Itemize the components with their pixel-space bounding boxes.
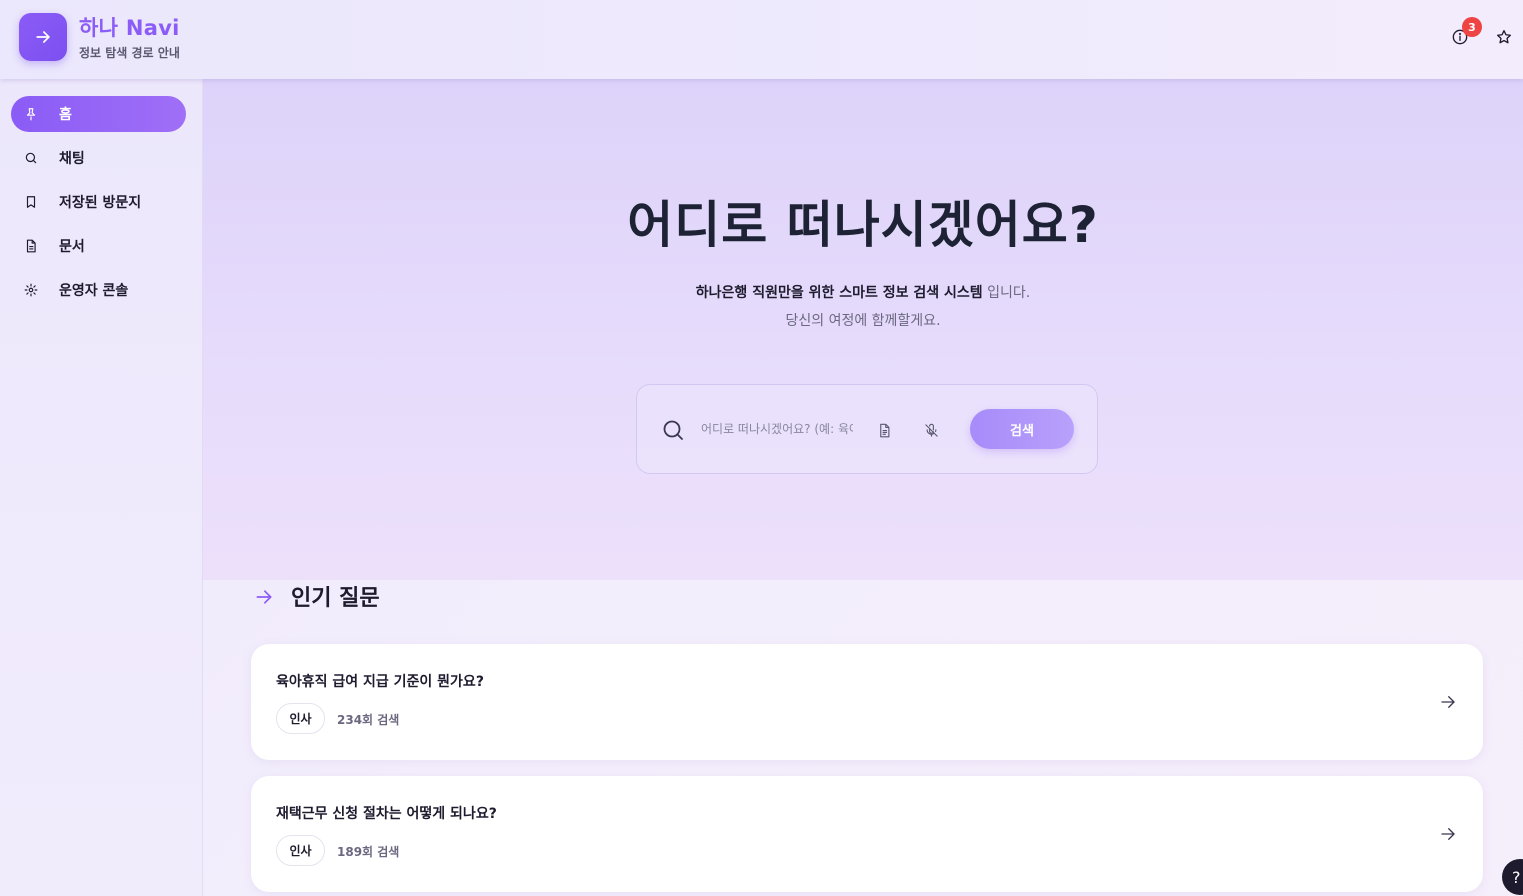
pin-icon <box>23 106 39 122</box>
logo-button[interactable] <box>19 13 67 61</box>
document-icon <box>23 238 39 254</box>
arrow-right-icon <box>36 31 50 43</box>
sidebar-item-chat[interactable]: 채팅 <box>11 140 186 176</box>
attach-document-icon[interactable] <box>875 421 893 439</box>
search-icon <box>23 150 39 166</box>
sidebar-item-label: 문서 <box>59 239 85 255</box>
hero-tagline: 당신의 여정에 함께할게요. <box>785 313 941 329</box>
search-bar: 검색 <box>636 384 1098 474</box>
search-input[interactable] <box>701 418 853 440</box>
question-text: 재택근무 신청 절차는 어떻게 되나요? <box>276 806 497 822</box>
arrow-right-icon <box>1441 828 1455 840</box>
hero-description: 하나은행 직원만을 위한 스마트 정보 검색 시스템 입니다. <box>203 282 1523 302</box>
arrow-right-icon <box>1441 696 1455 708</box>
sidebar-item-home[interactable]: 홈 <box>11 96 186 132</box>
mic-off-icon[interactable] <box>922 421 940 439</box>
hero-description-tail: 입니다. <box>982 285 1031 301</box>
popular-questions-section: 인기 질문 육아휴직 급여 지급 기준이 뭔가요? 인사 234회 검색 재택근… <box>203 580 1523 896</box>
hero-title: 어디로 떠나시겠어요? <box>627 196 1099 254</box>
bookmark-icon <box>23 194 39 210</box>
search-icon <box>663 420 683 440</box>
sidebar-item-admin-console[interactable]: 운영자 콘솔 <box>11 272 186 308</box>
hero-description-main: 하나은행 직원만을 위한 스마트 정보 검색 시스템 <box>695 285 983 301</box>
category-tag: 인사 <box>276 835 325 866</box>
sidebar-item-label: 채팅 <box>59 151 85 167</box>
sidebar-item-label: 운영자 콘솔 <box>59 283 129 299</box>
star-icon[interactable] <box>1495 28 1513 46</box>
sidebar-item-saved[interactable]: 저장된 방문지 <box>11 184 186 220</box>
question-card[interactable]: 육아휴직 급여 지급 기준이 뭔가요? 인사 234회 검색 <box>251 644 1483 760</box>
app-subtitle: 정보 탐색 경로 안내 <box>79 46 180 60</box>
search-count: 189회 검색 <box>337 845 400 859</box>
category-tag: 인사 <box>276 703 325 734</box>
sidebar-item-label: 저장된 방문지 <box>59 195 142 211</box>
app-title: 하나 Navi <box>79 16 180 40</box>
search-count: 234회 검색 <box>337 713 400 727</box>
search-button[interactable]: 검색 <box>970 409 1074 449</box>
hero-section: 어디로 떠나시겠어요? 하나은행 직원만을 위한 스마트 정보 검색 시스템 입… <box>203 79 1523 580</box>
sidebar-item-label: 홈 <box>59 107 72 123</box>
question-card[interactable]: 재택근무 신청 절차는 어떻게 되나요? 인사 189회 검색 <box>251 776 1483 892</box>
arrow-right-icon <box>256 590 272 604</box>
question-text: 육아휴직 급여 지급 기준이 뭔가요? <box>276 674 484 690</box>
popular-questions-title: 인기 질문 <box>291 586 380 611</box>
notification-badge: 3 <box>1462 17 1482 37</box>
sidebar: 홈 채팅 저장된 방문지 문서 운영자 콘솔 <box>0 79 203 896</box>
sidebar-item-documents[interactable]: 문서 <box>11 228 186 264</box>
gear-icon <box>23 282 39 298</box>
app-header: 하나 Navi 정보 탐색 경로 안내 3 <box>0 0 1523 79</box>
